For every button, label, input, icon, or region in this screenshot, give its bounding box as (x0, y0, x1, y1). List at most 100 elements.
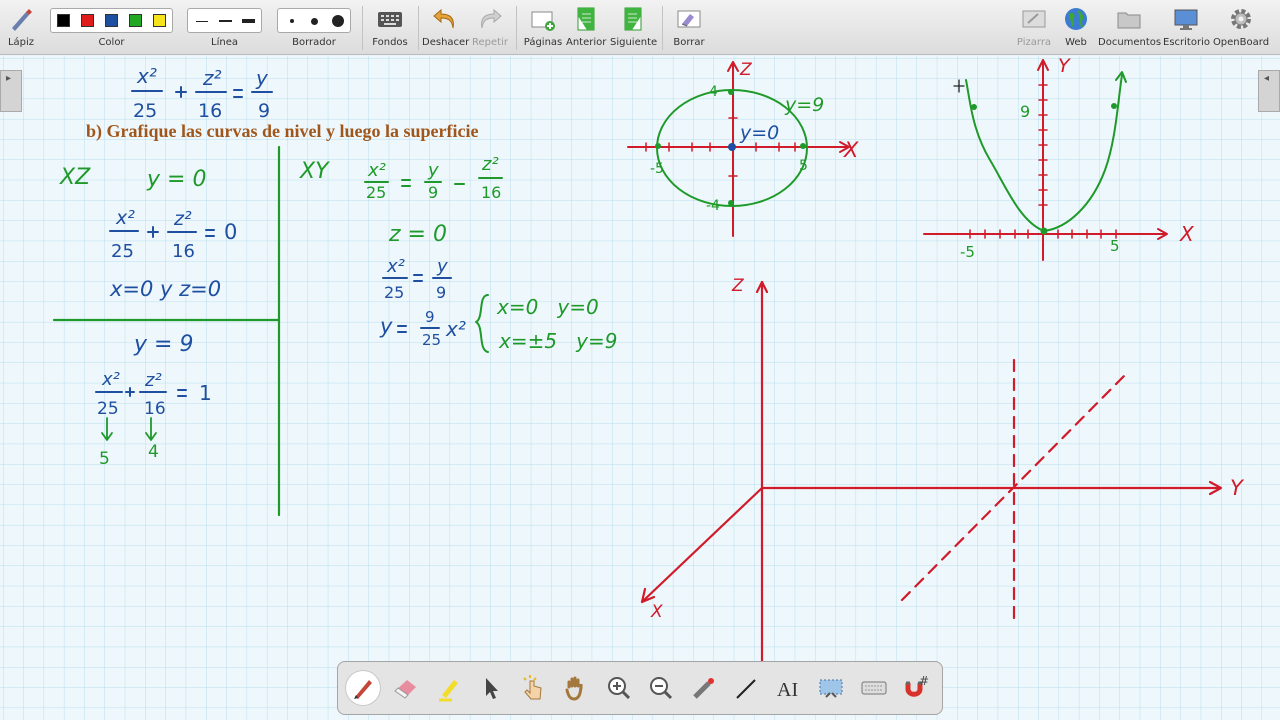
ink-tick-z-neg: -4 (706, 198, 720, 214)
ink-axis-z-ellipse: Z (739, 60, 752, 80)
svg-text:x²: x² (367, 160, 386, 181)
hand-icon (565, 676, 583, 701)
svg-text:z²: z² (173, 208, 192, 230)
svg-text:16: 16 (481, 183, 501, 202)
ink-arrows (101, 417, 157, 441)
equation-main: x² 25 z² 16 y 9 (131, 64, 273, 122)
zoom-in-icon (608, 677, 631, 700)
svg-text:x²: x² (115, 207, 135, 229)
svg-text:x²: x² (386, 256, 405, 277)
ink-arrow-value-b: 4 (148, 442, 159, 462)
ink-ellipse-y0: y=0 (739, 122, 779, 144)
interact-icon (523, 675, 542, 700)
ink-tick-x-neg: -5 (650, 161, 664, 177)
ink-layer: x² 25 z² 16 y 9 XZ y = 0 x² 25 z² 16 0 x… (52, 55, 1245, 714)
ink-cond-y9: y = 9 (133, 332, 193, 357)
ink-axis-x-ellipse: X (843, 138, 859, 162)
highlighter-tool-button[interactable] (432, 671, 466, 705)
ink-ellipse-y9: y=9 (784, 94, 824, 116)
svg-text:0: 0 (224, 220, 237, 244)
svg-text:16: 16 (144, 399, 166, 419)
svg-text:#: # (919, 674, 929, 688)
ink-axis-y-parabola: Y (1058, 55, 1071, 77)
svg-text:y: y (255, 66, 269, 90)
pointer-icon (486, 678, 498, 699)
ink-solution-xz: x=0 y z=0 (109, 277, 221, 301)
magnet-tool-button[interactable]: # (899, 671, 933, 705)
openboard-window: Lápiz Color Línea Borrador Fondos Deshac… (0, 0, 1280, 720)
axes-3d: Z Y X (640, 276, 1245, 714)
hand-tool-button[interactable] (559, 671, 593, 705)
eraser-icon (394, 680, 416, 699)
ellipse-graph: X Z y=9 y=0 4 -4 -5 5 (627, 60, 859, 237)
ink-tick-x-pos: 5 (799, 158, 808, 174)
laser-pointer-button[interactable] (687, 671, 721, 705)
interact-tool-button[interactable] (516, 671, 550, 705)
ink-solution-a: x=0 y=0 (496, 295, 599, 319)
svg-text:9: 9 (428, 183, 438, 202)
ink-parabola-tick-y: 9 (1020, 102, 1030, 121)
svg-text:9: 9 (436, 283, 446, 302)
svg-text:x²: x² (101, 369, 120, 390)
svg-text:z²: z² (481, 154, 499, 175)
virtual-keyboard-button[interactable] (857, 671, 891, 705)
svg-text:y: y (379, 314, 393, 338)
svg-text:1: 1 (199, 381, 212, 405)
crosshair-cursor-icon (953, 79, 965, 93)
svg-text:16: 16 (198, 100, 222, 122)
svg-text:25: 25 (133, 100, 157, 122)
svg-text:x²: x² (445, 317, 466, 341)
ink-parabola-tick-x-neg: -5 (960, 243, 975, 261)
parabola-graph: X Y 9 -5 5 (923, 55, 1195, 261)
equation-xz: x² 25 z² 16 0 (109, 207, 237, 262)
capture-tool-button[interactable] (814, 671, 848, 705)
equation-xy: x² 25 y 9 z² 16 (364, 154, 503, 202)
zoom-out-icon (650, 677, 673, 700)
ink-brace (475, 294, 489, 353)
tool-dock: AI # (337, 661, 943, 715)
ink-axis-x-parabola: X (1179, 222, 1195, 246)
laser-pointer-icon (693, 678, 714, 699)
ink-tick-z-pos: 4 (709, 84, 718, 100)
svg-text:9: 9 (258, 100, 270, 122)
ink-section-xz: XZ (59, 165, 91, 190)
pen-icon (354, 680, 372, 699)
svg-text:z²: z² (202, 66, 222, 90)
highlighter-icon (439, 680, 458, 702)
svg-text:25: 25 (366, 183, 386, 202)
pointer-tool-button[interactable] (474, 671, 508, 705)
svg-text:25: 25 (111, 241, 134, 262)
ink-parabola-tick-x-pos: 5 (1110, 237, 1120, 255)
ink-axis3d-y: Y (1230, 476, 1245, 500)
capture-icon (819, 679, 843, 698)
svg-text:y: y (436, 256, 448, 277)
line-tool-button[interactable] (729, 671, 763, 705)
ink-axis3d-x: X (650, 602, 663, 622)
ink-section-xy: XY (299, 159, 330, 184)
equation-ellipse: x² 25 z² 16 1 (95, 369, 212, 419)
exercise-heading: b) Grafique las curvas de nivel y luego … (86, 121, 479, 141)
svg-text:9: 9 (425, 308, 435, 326)
svg-text:25: 25 (384, 283, 404, 302)
svg-text:x²: x² (136, 64, 157, 88)
line-icon (736, 679, 756, 699)
ink-arrow-value-a: 5 (99, 449, 110, 469)
virtual-keyboard-icon (861, 681, 887, 695)
ink-axis3d-z: Z (731, 276, 744, 296)
magnet-icon: # (905, 674, 929, 697)
pen-tool-dock-button[interactable] (346, 671, 380, 705)
svg-text:25: 25 (422, 331, 441, 349)
svg-text:AI: AI (777, 679, 798, 701)
ink-solution-b: x=±5 y=9 (498, 329, 617, 353)
svg-text:z²: z² (144, 370, 162, 391)
ink-cond-y0: y = 0 (146, 167, 206, 192)
eraser-tool-button[interactable] (389, 671, 423, 705)
zoom-out-button[interactable] (644, 671, 678, 705)
ink-cond-z0: z = 0 (388, 222, 447, 247)
zoom-in-button[interactable] (602, 671, 636, 705)
svg-text:25: 25 (97, 399, 119, 419)
svg-text:16: 16 (172, 241, 195, 262)
svg-text:y: y (427, 160, 439, 181)
text-icon: AI (777, 679, 798, 701)
text-tool-button[interactable]: AI (771, 671, 805, 705)
